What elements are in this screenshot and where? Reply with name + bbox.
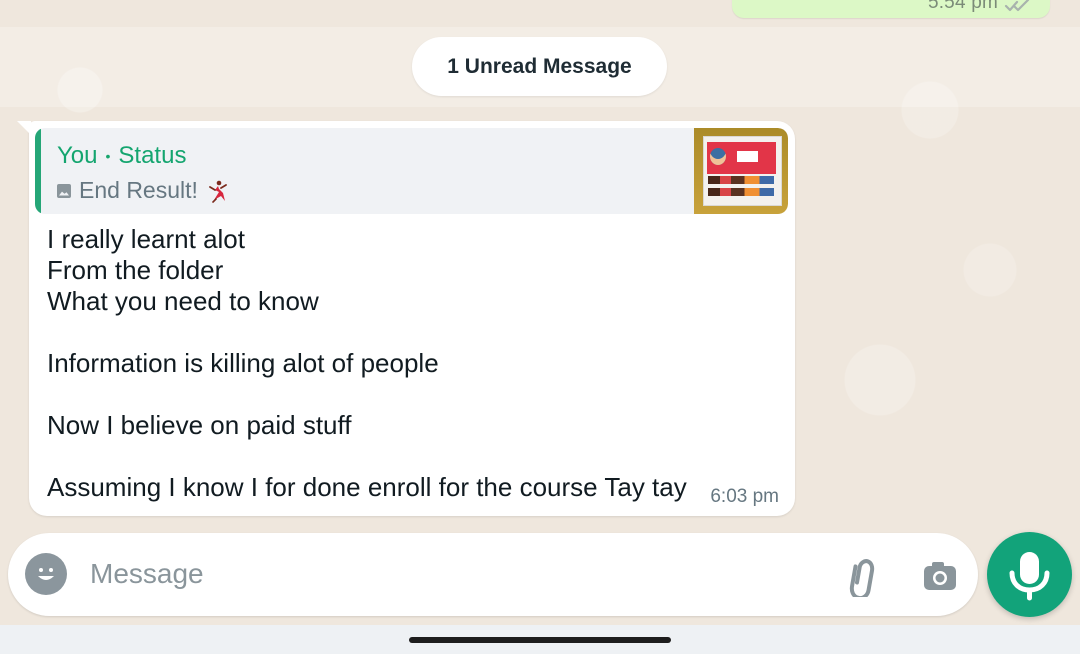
message-time: 6:03 pm: [710, 486, 779, 507]
thumbnail-image-row: [708, 176, 774, 184]
emoji-face-icon: [31, 559, 61, 589]
thumbnail-label: [737, 151, 758, 162]
previous-message-time: 5:54 pm: [927, 0, 998, 13]
camera-icon[interactable]: [920, 556, 960, 596]
quoted-separator: •: [105, 148, 111, 164]
message-input[interactable]: [88, 551, 792, 597]
quoted-type: Status: [118, 142, 187, 169]
image-icon: [57, 183, 71, 198]
home-gesture-handle[interactable]: [409, 637, 671, 643]
status-thumbnail[interactable]: [694, 128, 788, 214]
chat-screen: 5:54 pm 1 Unread Message You • Status En…: [0, 0, 1080, 654]
quoted-caption-row: End Result!: [57, 177, 229, 204]
quoted-caption: End Result!: [79, 177, 198, 203]
message-composer: [8, 533, 978, 616]
quoted-status-title: You • Status: [57, 142, 186, 170]
mic-button[interactable]: [987, 532, 1072, 617]
paperclip-icon[interactable]: [840, 555, 882, 597]
double-check-icon: [1004, 0, 1030, 12]
thumbnail-image-row: [708, 188, 774, 196]
previous-outgoing-message[interactable]: 5:54 pm: [732, 0, 1050, 18]
thumbnail-person: [710, 148, 726, 165]
message-body: I really learnt alot From the folder Wha…: [47, 224, 687, 502]
quoted-author: You: [57, 142, 98, 169]
unread-message-label: 1 Unread Message: [412, 37, 667, 96]
quote-accent-bar: [35, 128, 41, 214]
quoted-status-reply[interactable]: You • Status End Result!: [35, 128, 788, 214]
dancer-icon: [209, 180, 227, 203]
incoming-message[interactable]: You • Status End Result! I really learnt…: [17, 121, 795, 516]
mic-icon: [1009, 552, 1050, 601]
emoji-icon[interactable]: [25, 553, 67, 595]
chat-area[interactable]: 5:54 pm 1 Unread Message You • Status En…: [0, 0, 1080, 531]
